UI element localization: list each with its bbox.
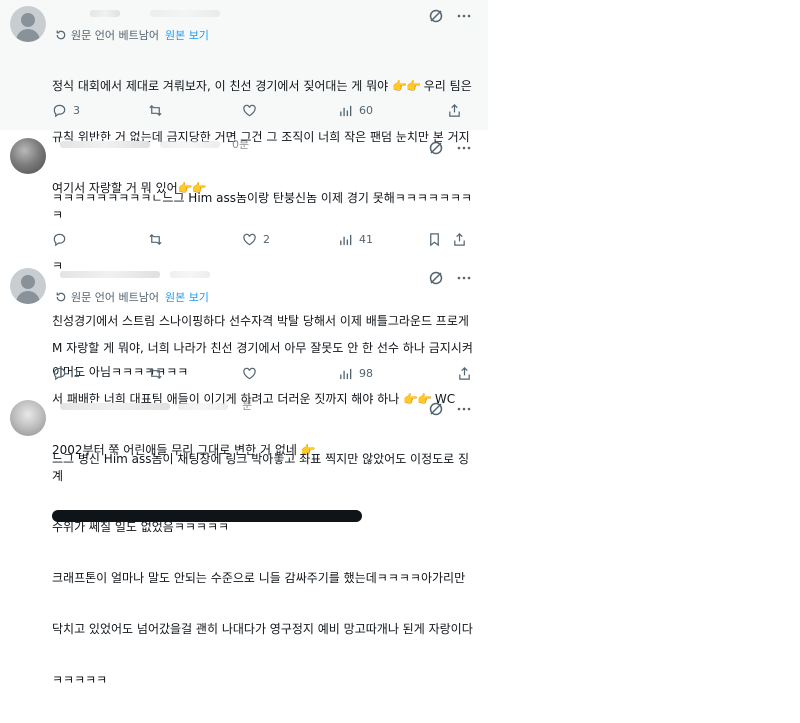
author-name-blurred <box>60 271 160 278</box>
author-handle-blurred <box>160 141 220 148</box>
bookmark-icon <box>430 233 439 247</box>
like-button[interactable] <box>242 103 263 118</box>
reply-post-2[interactable]: 0분 ㅋㅋㅋㅋㅋㅋㅋㅋㅋㄴ느그 Him ass놈이랑 탄붕신놈 이제 경기 못해… <box>0 130 488 379</box>
more-options-icon[interactable] <box>456 8 472 24</box>
translate-icon <box>55 29 67 41</box>
reply-button[interactable] <box>52 232 73 247</box>
repost-icon <box>149 367 162 380</box>
author-name-blurred <box>60 141 150 148</box>
views-button[interactable]: 60 <box>338 103 373 118</box>
view-original-link[interactable]: 원본 보기 <box>165 289 209 305</box>
grok-icon[interactable] <box>428 140 444 156</box>
translation-language: 원문 언어 베트남어 <box>71 291 159 304</box>
like-button[interactable] <box>242 366 263 381</box>
post-line: M 자랑할 게 뭐야, 너희 나라가 친선 경기에서 아무 잘못도 안 한 선수… <box>52 341 473 355</box>
post-top-actions <box>428 8 472 24</box>
views-button[interactable]: 41 <box>338 232 373 247</box>
reply-count: 3 <box>73 104 80 117</box>
post-body: 느그 병신 Him ass놈이 채팅창에 링크 박아놓고 좌표 찍지만 않았어도… <box>52 417 478 723</box>
views-button[interactable]: 98 <box>338 366 373 381</box>
share-button[interactable] <box>427 232 442 247</box>
like-count: 2 <box>263 233 270 246</box>
action-bar: 1 98 <box>52 366 472 384</box>
post-top-actions <box>428 401 472 417</box>
reply-count: 1 <box>73 367 80 380</box>
heart-icon <box>243 104 256 117</box>
views-icon <box>340 368 352 380</box>
like-button[interactable]: 2 <box>242 232 270 247</box>
grok-icon[interactable] <box>428 8 444 24</box>
action-bar: 2 41 <box>52 232 472 250</box>
bottom-floating-bar[interactable] <box>52 510 362 522</box>
reply-button[interactable]: 3 <box>52 103 80 118</box>
post-time: 분 <box>242 399 253 412</box>
translation-notice: 원문 언어 베트남어 원본 보기 <box>55 289 209 305</box>
view-count: 41 <box>359 233 373 246</box>
share-icon <box>459 367 470 380</box>
reply-icon <box>53 233 66 247</box>
author-name-blurred <box>90 10 120 17</box>
avatar[interactable] <box>10 400 46 436</box>
reply-button[interactable]: 1 <box>52 366 80 381</box>
repost-button[interactable] <box>148 366 163 381</box>
view-count: 98 <box>359 367 373 380</box>
more-options-icon[interactable] <box>456 140 472 156</box>
post-time: 0분 <box>232 138 250 151</box>
reply-post-4[interactable]: 분 느그 병신 Him ass놈이 채팅창에 링크 박아놓고 좌표 찍지만 않았… <box>0 394 488 687</box>
more-options-icon[interactable] <box>456 401 472 417</box>
author-handle-blurred <box>178 403 228 410</box>
author-handle-blurred <box>170 271 210 278</box>
more-options-icon[interactable] <box>456 270 472 286</box>
view-count: 60 <box>359 104 373 117</box>
grok-icon[interactable] <box>428 401 444 417</box>
repost-button[interactable] <box>148 103 163 118</box>
grok-icon[interactable] <box>428 270 444 286</box>
author-handle-blurred <box>150 10 220 17</box>
post-line: ㅋㅋㅋㅋㅋ <box>52 673 108 687</box>
avatar[interactable] <box>10 6 46 42</box>
repost-icon <box>149 233 162 246</box>
share-button[interactable] <box>457 366 472 381</box>
author-name-blurred <box>60 403 170 410</box>
share-icon <box>449 104 460 117</box>
reply-post-1[interactable]: 원문 언어 베트남어 원본 보기 정식 대회에서 제대로 겨뤄보자, 이 친선 … <box>0 0 488 195</box>
share-button[interactable] <box>447 103 462 118</box>
reply-icon <box>53 104 66 118</box>
heart-icon <box>243 233 256 246</box>
translate-icon <box>55 291 67 303</box>
repost-icon <box>149 104 162 117</box>
share-button[interactable] <box>452 232 467 247</box>
repost-button[interactable] <box>148 232 163 247</box>
point-right-emoji: 👉👉 <box>392 79 421 93</box>
action-bar: 3 60 <box>52 103 472 121</box>
views-icon <box>340 234 352 246</box>
views-icon <box>340 105 352 117</box>
reply-post-3[interactable]: 원문 언어 베트남어 원본 보기 M 자랑할 게 뭐야, 너희 나라가 친선 경… <box>0 262 488 457</box>
reply-icon <box>53 367 66 381</box>
avatar[interactable] <box>10 268 46 304</box>
post-line: 정식 대회에서 제대로 겨뤄보자, 이 친선 경기에서 짖어대는 게 뭐야 👉👉… <box>52 79 472 93</box>
view-original-link[interactable]: 원본 보기 <box>165 27 209 43</box>
post-top-actions <box>428 270 472 286</box>
heart-icon <box>243 367 256 380</box>
translation-language: 원문 언어 베트남어 <box>71 29 159 42</box>
post-line: 느그 병신 Him ass놈이 채팅창에 링크 박아놓고 좌표 찍지만 않았어도… <box>52 452 470 483</box>
translation-notice: 원문 언어 베트남어 원본 보기 <box>55 27 209 43</box>
post-line: 크래프톤이 얼마나 말도 안되는 수준으로 니들 감싸주기를 했는데ㅋㅋㅋㅋ아가… <box>52 571 466 585</box>
post-line: ㅋㅋㅋㅋㅋㅋㅋㅋㅋㄴ느그 Him ass놈이랑 탄붕신놈 이제 경기 못해ㅋㅋㅋ… <box>52 191 473 222</box>
share-icon <box>454 233 465 246</box>
post-top-actions <box>428 140 472 156</box>
avatar[interactable] <box>10 138 46 174</box>
reply-feed: 원문 언어 베트남어 원본 보기 정식 대회에서 제대로 겨뤄보자, 이 친선 … <box>0 0 488 687</box>
post-line: 닥치고 있었어도 넘어갔을걸 괜히 나대다가 영구정지 예비 망고따개나 된게 … <box>52 622 473 636</box>
